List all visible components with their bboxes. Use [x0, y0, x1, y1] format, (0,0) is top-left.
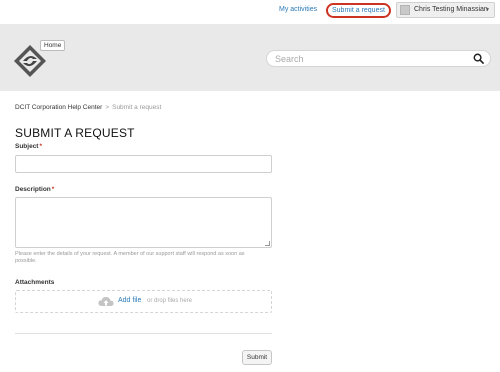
user-menu[interactable]: Chris Testing Minassian ▼ [396, 2, 495, 18]
subject-field[interactable] [15, 155, 272, 173]
search-icon[interactable] [473, 53, 484, 64]
search-bar[interactable] [266, 50, 491, 67]
page-title: SUBMIT A REQUEST [15, 126, 135, 140]
breadcrumb-root-link[interactable]: DCIT Corporation Help Center [15, 104, 102, 111]
drop-files-text: or drop files here [147, 298, 193, 304]
chevron-down-icon: ▼ [485, 7, 490, 13]
divider [15, 333, 272, 334]
cloud-upload-icon [98, 296, 114, 306]
avatar [400, 5, 410, 15]
attachments-label: Attachments [15, 279, 55, 286]
breadcrumb: DCIT Corporation Help Center > Submit a re… [15, 104, 161, 111]
add-file-link[interactable]: Add file [118, 297, 141, 304]
user-name: Chris Testing Minassian [414, 6, 488, 13]
description-hint: Please enter the details of your request… [15, 251, 245, 264]
description-label-text: Description [15, 186, 51, 193]
header: Home [0, 24, 500, 91]
submit-button[interactable]: Submit [242, 350, 272, 365]
description-label: Description* [15, 186, 54, 193]
my-activities-link[interactable]: My activities [279, 6, 317, 13]
breadcrumb-current: Submit a request [112, 104, 162, 111]
home-link[interactable]: Home [40, 40, 66, 51]
subject-label-text: Subject [15, 143, 39, 150]
submit-request-link[interactable]: Submit a request [326, 3, 391, 18]
required-mark: * [39, 143, 43, 150]
top-bar: My activities Submit a request Chris Tes… [0, 0, 500, 24]
search-input[interactable] [275, 53, 465, 65]
breadcrumb-separator: > [105, 104, 110, 111]
description-field[interactable] [15, 197, 272, 248]
subject-label: Subject* [15, 143, 42, 150]
required-mark: * [51, 186, 55, 193]
resize-handle[interactable] [265, 241, 270, 246]
attachment-dropzone[interactable]: Add file or drop files here [15, 290, 272, 313]
